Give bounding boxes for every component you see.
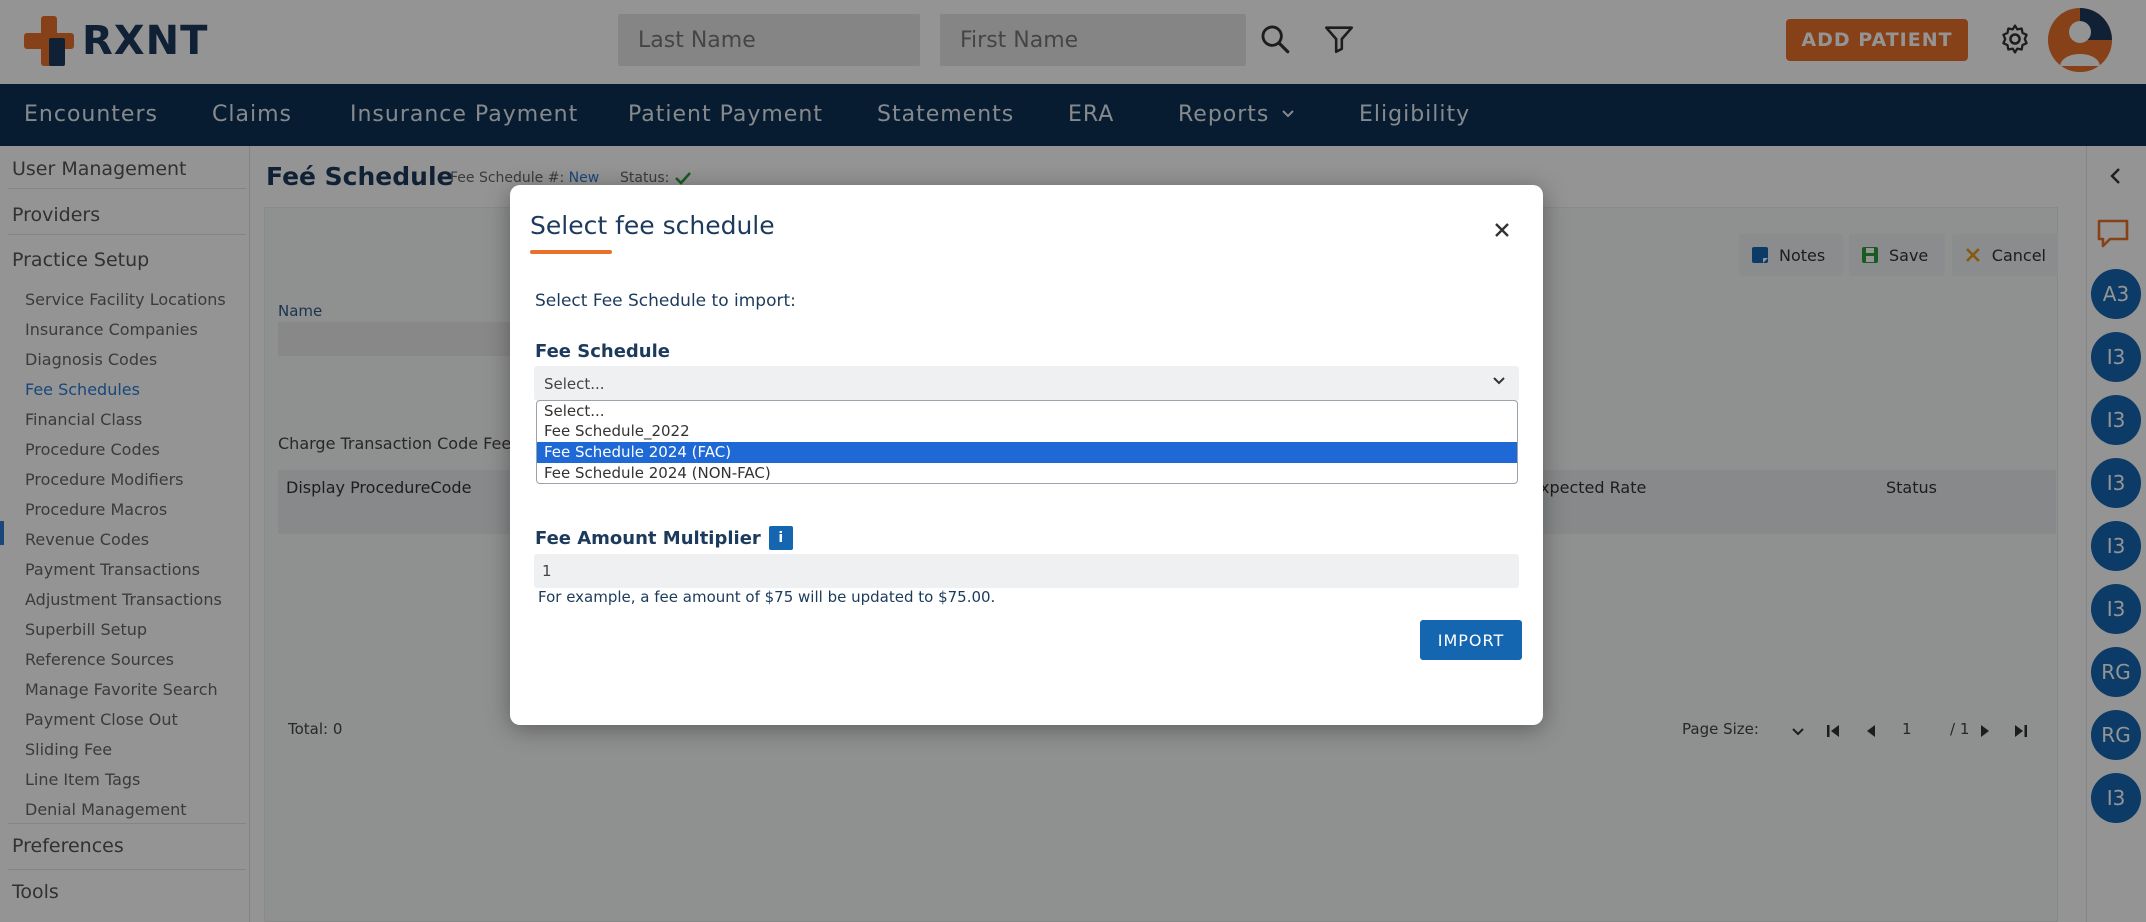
fee-schedule-label: Fee Schedule: [535, 341, 670, 362]
dropdown-option[interactable]: Select...: [537, 401, 1517, 422]
multiplier-example-text: For example, a fee amount of $75 will be…: [538, 588, 996, 606]
info-icon[interactable]: i: [768, 526, 793, 550]
fee-amount-multiplier-label: Fee Amount Multiplier i: [535, 526, 793, 550]
import-button[interactable]: IMPORT: [1420, 620, 1522, 660]
dropdown-option[interactable]: Fee Schedule_2022: [537, 421, 1517, 442]
select-chevron-down-icon: [1493, 377, 1505, 385]
multiplier-input[interactable]: 1: [534, 554, 1519, 588]
close-icon[interactable]: [1493, 221, 1511, 239]
select-fee-schedule-modal: Select fee schedule Select Fee Schedule …: [510, 185, 1543, 725]
fee-schedule-select[interactable]: Select...: [534, 366, 1519, 401]
modal-subtitle: Select Fee Schedule to import:: [535, 291, 796, 311]
modal-title: Select fee schedule: [530, 211, 775, 240]
multiplier-label-text: Fee Amount Multiplier: [535, 527, 761, 549]
modal-title-underline: [530, 250, 612, 254]
fee-schedule-select-value: Select...: [544, 374, 605, 393]
dropdown-option[interactable]: Fee Schedule 2024 (NON-FAC): [537, 463, 1517, 484]
fee-schedule-dropdown: Select... Fee Schedule_2022 Fee Schedule…: [536, 400, 1518, 484]
dropdown-option-highlighted[interactable]: Fee Schedule 2024 (FAC): [537, 442, 1517, 463]
